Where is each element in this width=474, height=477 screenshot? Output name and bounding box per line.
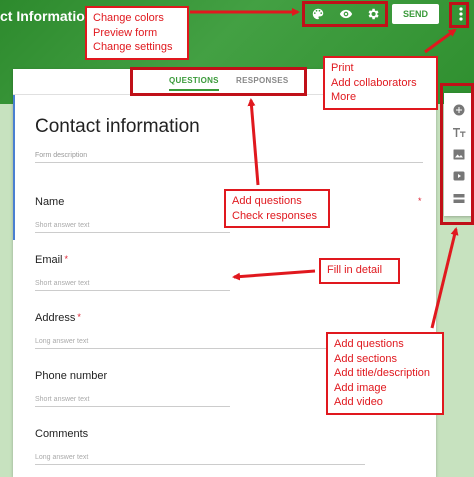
callout-more-line3: More	[331, 91, 357, 103]
arrow-toolbox	[430, 227, 459, 329]
callout-toolbox-line5: Add video	[334, 396, 383, 408]
arrow-more	[424, 28, 457, 54]
callout-toolbar-line3: Change settings	[93, 41, 173, 53]
callout-fill-line1: Fill in detail	[327, 264, 383, 276]
arrow-tabs	[247, 98, 260, 186]
callout-more: Print Add collaborators More	[323, 56, 438, 110]
callout-toolbar: Change colors Preview form Change settin…	[85, 6, 189, 60]
callout-toolbox-line4: Add image	[334, 381, 387, 394]
callout-toolbox-line1: Add questions	[334, 338, 404, 350]
callout-fill: Fill in detail	[319, 258, 400, 284]
callout-toolbar-line1: Change colors	[93, 12, 164, 24]
callout-toolbox-line3: Add title/description	[334, 367, 430, 379]
callout-more-line2: Add collaborators	[331, 76, 417, 89]
callout-toolbox-line2: Add sections	[334, 352, 397, 365]
callout-tabs-line2: Check responses	[232, 209, 317, 222]
callout-toolbar-line2: Preview form	[93, 26, 158, 39]
callout-tabs-line1: Add questions	[232, 195, 302, 207]
callout-more-line1: Print	[331, 62, 354, 74]
callout-tabs: Add questions Check responses	[224, 189, 330, 228]
arrow-fill	[232, 269, 316, 281]
callout-toolbox: Add questions Add sections Add title/des…	[326, 332, 444, 415]
